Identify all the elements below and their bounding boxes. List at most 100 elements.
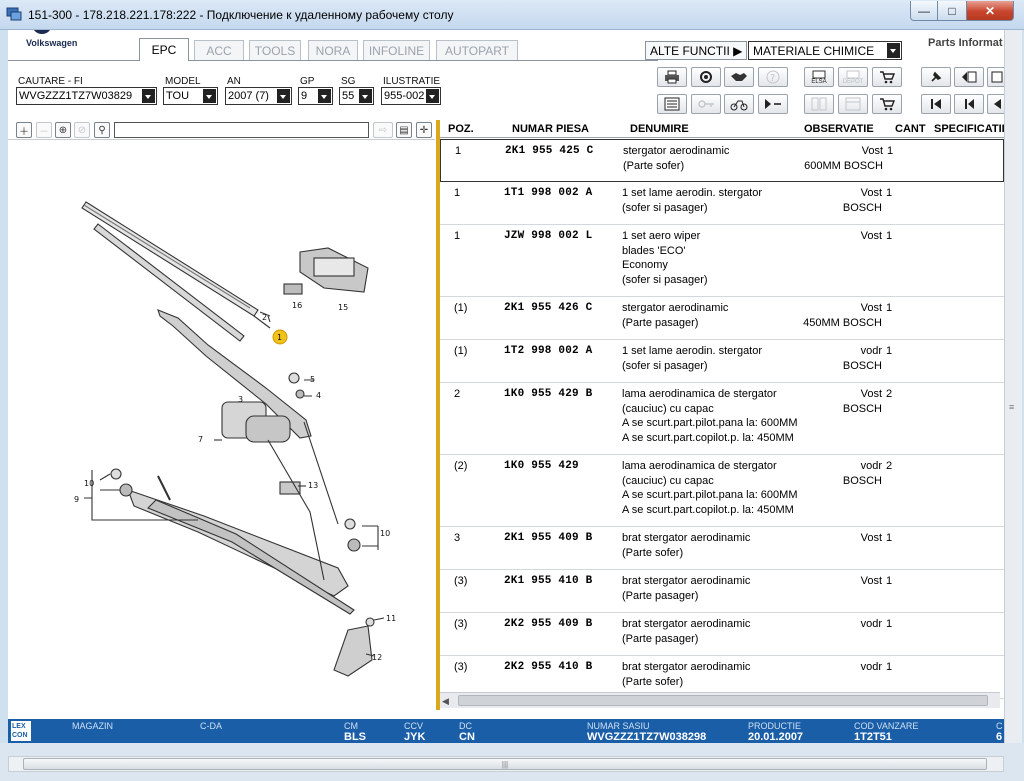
row-poz: (3) [454, 618, 468, 630]
illustration-search-input[interactable] [114, 122, 369, 138]
denumire-line: Economy [622, 259, 668, 271]
maximize-button[interactable]: □ [937, 1, 967, 21]
col-numar-piesa[interactable]: NUMAR PIESA [512, 123, 589, 135]
grip-icon[interactable]: ≡ [1009, 402, 1019, 412]
chevron-down-icon[interactable] [887, 43, 900, 58]
close-button[interactable]: ✕ [966, 1, 1014, 21]
chevron-down-icon[interactable] [203, 89, 216, 103]
table-row[interactable]: (1) 2K1 955 426 C stergator aerodinamic (Pa… [440, 297, 1004, 340]
tab-nora[interactable]: NORA [308, 40, 358, 60]
observatie-line: BOSCH [842, 359, 882, 372]
sg-select[interactable]: 55 [339, 87, 374, 105]
play-minus-button[interactable] [758, 94, 788, 114]
help-button[interactable]: ? [758, 67, 788, 87]
tab-tools[interactable]: TOOLS [249, 40, 301, 60]
row-denumire: stergator aerodinamic (Parte pasager) [622, 301, 728, 330]
cart-add-button[interactable] [872, 67, 902, 87]
search-icon[interactable]: ⚲ [94, 122, 110, 138]
table-row[interactable]: (3) 2K1 955 410 Bbrat stergator aerodinam… [440, 570, 1004, 613]
search-catalog-button[interactable] [691, 67, 721, 87]
an-select[interactable]: 2007 (7) [225, 87, 292, 105]
cart-button[interactable] [872, 94, 902, 114]
table-row[interactable]: 1 2K1 955 425 C stergator aerodinamic (Part… [440, 139, 1004, 182]
observatie-line: vodr [860, 345, 882, 357]
remote-desktop-icon [6, 7, 22, 21]
table-row[interactable]: 2 1K0 955 429 Blama aerodinamica de sterg… [440, 383, 1004, 455]
table-row[interactable]: (2) 1K0 955 429 lama aerodinamica de sterg… [440, 455, 1004, 527]
row-denumire: 1 set aero wiper blades 'ECO' Economy (sofe… [622, 229, 708, 287]
motorcycle-button[interactable] [724, 94, 754, 114]
denumire-line: (Parte pasager) [622, 316, 699, 329]
col-observatie[interactable]: OBSERVATIE [804, 123, 874, 135]
cautare-label: CAUTARE - FI [18, 76, 83, 87]
table-row[interactable]: (3) 2K2 955 409 Bbrat stergator aerodinam… [440, 613, 1004, 656]
model-label: MODEL [165, 76, 201, 87]
table-row[interactable]: (1) 1T2 998 002 A1 set lame aerodin. ster… [440, 340, 1004, 383]
minimize-button[interactable]: — [910, 1, 938, 21]
back-button[interactable] [987, 94, 1004, 114]
svg-text:4: 4 [316, 391, 321, 400]
col-denumire[interactable]: DENUMIRE [630, 123, 689, 135]
chevron-down-icon[interactable] [318, 89, 331, 103]
observatie-line: Vost [860, 575, 882, 587]
table-scroll-thumb[interactable] [458, 695, 988, 706]
book-forward-button[interactable] [987, 67, 1004, 87]
first-page-icon [931, 99, 941, 109]
table-row[interactable]: 1 JZW 998 002 L 1 set aero wiper blades 'EC… [440, 225, 1004, 297]
print-button[interactable] [657, 67, 687, 87]
first-page-button[interactable] [921, 94, 951, 114]
gp-select[interactable]: 9 [298, 87, 333, 105]
window-horizontal-scrollbar[interactable]: ||| [8, 756, 1004, 772]
svg-text:15: 15 [338, 303, 348, 312]
handshake-button[interactable] [724, 67, 754, 87]
scroll-left-icon[interactable]: ◀ [442, 696, 449, 707]
play-minus-icon [765, 99, 781, 109]
zoom-in-icon[interactable]: ＋ [16, 122, 32, 138]
vw-logo-icon [34, 30, 50, 34]
col-poz[interactable]: POZ. [448, 123, 474, 135]
book-back-button[interactable] [954, 67, 984, 87]
window-scroll-thumb[interactable]: ||| [23, 758, 987, 770]
tab-autopart[interactable]: AUTOPART [436, 40, 518, 60]
layout-icon[interactable]: ▤ [396, 122, 412, 138]
export-icon[interactable]: ⇨ [373, 122, 393, 138]
row-part-number: 2K2 955 409 B [504, 618, 593, 630]
observatie-line: BOSCH [842, 402, 882, 415]
expand-icon[interactable]: ✛ [416, 122, 432, 138]
tab-infoline[interactable]: INFOLINE [363, 40, 430, 60]
materiale-dropdown[interactable]: MATERIALE CHIMICE [748, 41, 902, 60]
chevron-down-icon[interactable] [426, 89, 439, 103]
cautare-field[interactable]: WVGZZZ1TZ7W03829 [16, 87, 157, 105]
depot-button[interactable]: DEPOT [838, 67, 868, 87]
cod-vanzare-label: COD VANZARE [854, 721, 919, 731]
parts-illustration[interactable]: 2 3 4 5 7 9 10 10 11 12 13 15 16 1 [8, 140, 435, 720]
table-horizontal-scrollbar[interactable]: ◀ [440, 692, 1000, 708]
tab-acc[interactable]: ACC [194, 40, 244, 60]
row-cant: 1 [886, 345, 893, 357]
zoom-fit-icon[interactable]: ⊕ [55, 122, 71, 138]
observatie-line: vodr [860, 618, 882, 630]
window-button[interactable] [838, 94, 868, 114]
elsa-button[interactable]: ELSA [804, 67, 834, 87]
chevron-down-icon[interactable] [142, 89, 155, 103]
table-row[interactable]: 1 1T1 998 002 A1 set lame aerodin. sterga… [440, 182, 1004, 225]
key-button[interactable] [691, 94, 721, 114]
tab-epc[interactable]: EPC [139, 38, 189, 61]
col-cant[interactable]: CANT [895, 123, 926, 135]
table-row[interactable]: 3 2K1 955 409 Bbrat stergator aerodinamic… [440, 527, 1004, 570]
model-select[interactable]: TOU [163, 87, 218, 105]
observatie-line: Vost [860, 532, 882, 544]
list-button[interactable] [657, 94, 687, 114]
prev-page-button[interactable] [954, 94, 984, 114]
zoom-out-icon[interactable]: － [36, 122, 52, 138]
split-button[interactable] [804, 94, 834, 114]
chevron-down-icon[interactable] [359, 89, 372, 103]
pin-button[interactable] [921, 67, 951, 87]
window-vertical-scrollbar[interactable]: ≡ [1004, 30, 1022, 756]
row-part-number: 2K2 955 410 B [504, 661, 593, 673]
ilustratie-select[interactable]: 955-002 [381, 87, 441, 105]
zoom-reset-icon[interactable]: ⊘ [74, 122, 90, 138]
chevron-down-icon[interactable] [277, 89, 290, 103]
alte-functii-button[interactable]: ALTE FUNCTII ▶ [645, 41, 747, 60]
col-specificatii[interactable]: SPECIFICATII M [934, 123, 1004, 135]
